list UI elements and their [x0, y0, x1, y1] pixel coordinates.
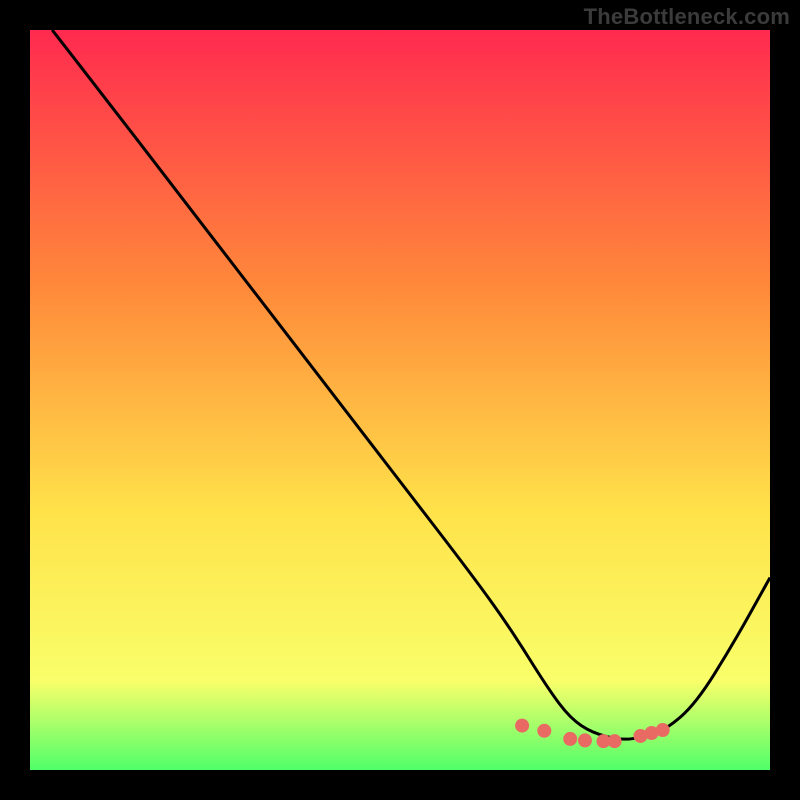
plot-area [30, 30, 770, 770]
watermark: TheBottleneck.com [584, 4, 790, 30]
highlight-dot [537, 724, 551, 738]
highlight-dot [608, 734, 622, 748]
chart-container: TheBottleneck.com [0, 0, 800, 800]
chart-curve-layer [30, 30, 770, 770]
highlight-dot [563, 732, 577, 746]
highlight-dot [515, 719, 529, 733]
main-curve [52, 30, 770, 739]
highlight-dot [578, 733, 592, 747]
highlight-dots [515, 719, 670, 749]
highlight-dot [656, 723, 670, 737]
